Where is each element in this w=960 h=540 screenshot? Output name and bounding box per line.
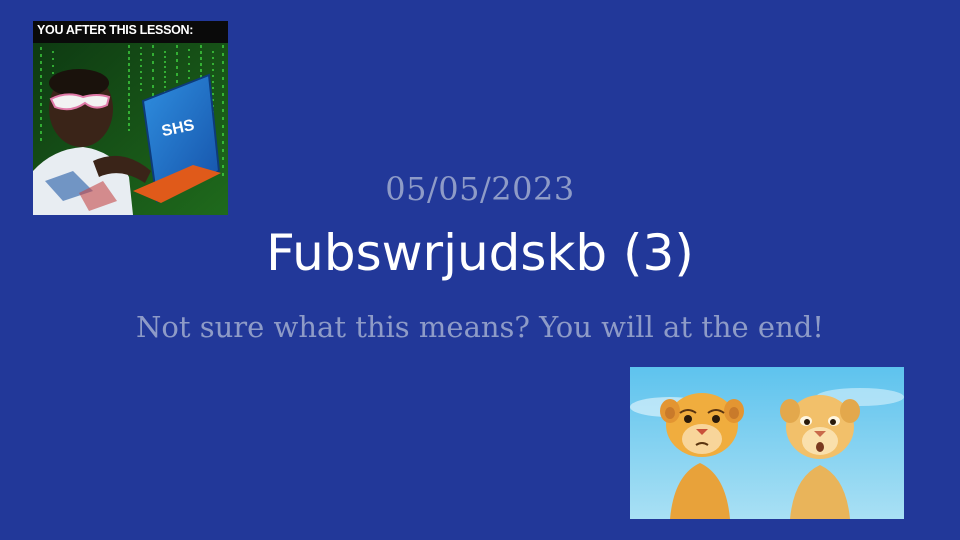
lion-cubs-image [630,367,904,519]
lion-cubs-illustration [630,367,904,519]
slide-date: 05/05/2023 [385,170,575,208]
slide-title: Fubswrjudskb (3) [266,224,694,282]
slide: SHS YOU AFTER THIS LESSON: 05/05/2023 Fu… [0,0,960,540]
meme-caption: YOU AFTER THIS LESSON: [37,23,194,37]
slide-subtitle: Not sure what this means? You will at th… [136,310,824,344]
